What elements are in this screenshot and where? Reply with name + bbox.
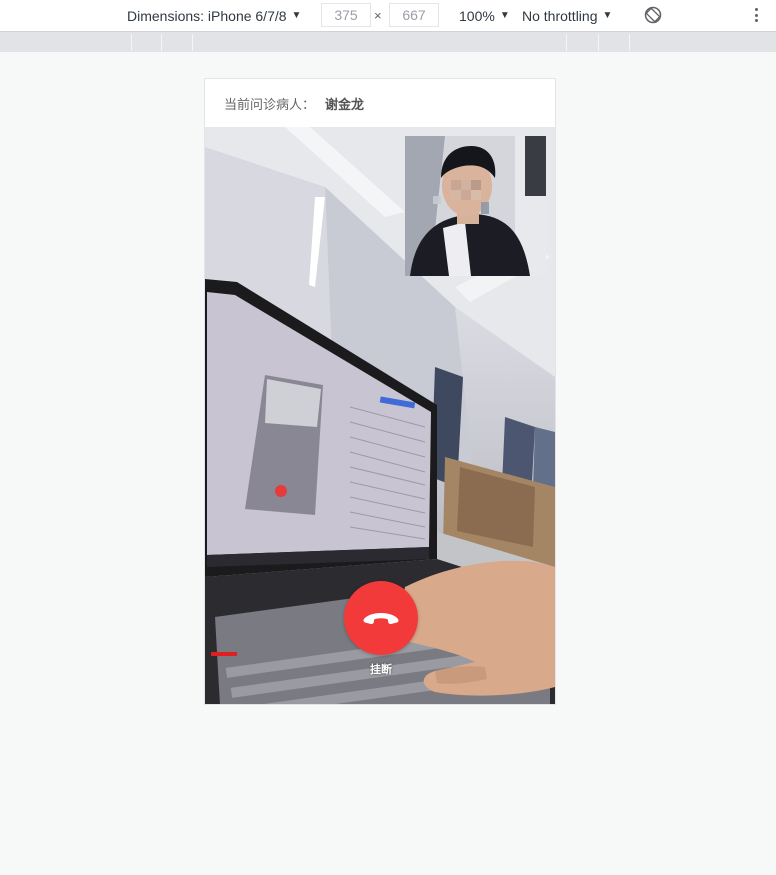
devtools-device-toolbar: Dimensions: iPhone 6/7/8 ▼ 375 × 667 100…: [0, 0, 776, 31]
device-dimensions-dropdown[interactable]: Dimensions: iPhone 6/7/8 ▼: [127, 0, 301, 31]
chevron-down-icon: ▼: [291, 10, 302, 21]
hangup-button[interactable]: [344, 581, 418, 655]
patient-label: 当前问诊病人：: [224, 97, 316, 113]
more-options-icon[interactable]: [752, 6, 760, 24]
emulated-viewport: 当前问诊病人： 谢金龙 挂断: [204, 78, 556, 705]
remote-video: 挂断: [205, 127, 555, 704]
zoom-dropdown[interactable]: 100% ▼: [459, 0, 510, 31]
device-dimensions-label: Dimensions: iPhone 6/7/8: [127, 7, 287, 24]
media-query-ruler: [0, 31, 776, 52]
patient-header: 当前问诊病人： 谢金龙: [205, 79, 555, 127]
patient-name: 谢金龙: [325, 97, 365, 113]
viewport-width-input[interactable]: 375: [321, 3, 371, 27]
rotate-icon[interactable]: [644, 6, 662, 24]
throttling-dropdown[interactable]: No throttling ▼: [522, 0, 612, 31]
dimension-times-sign: ×: [374, 8, 382, 23]
zoom-label: 100%: [459, 7, 495, 24]
hangup-label: 挂断: [370, 663, 392, 676]
local-video: [405, 136, 546, 276]
chevron-down-icon: ▼: [499, 10, 510, 21]
viewport-height-input[interactable]: 667: [389, 3, 439, 27]
phone-hangup-icon: [363, 613, 399, 625]
throttling-label: No throttling: [522, 7, 598, 24]
chevron-down-icon: ▼: [602, 10, 613, 21]
